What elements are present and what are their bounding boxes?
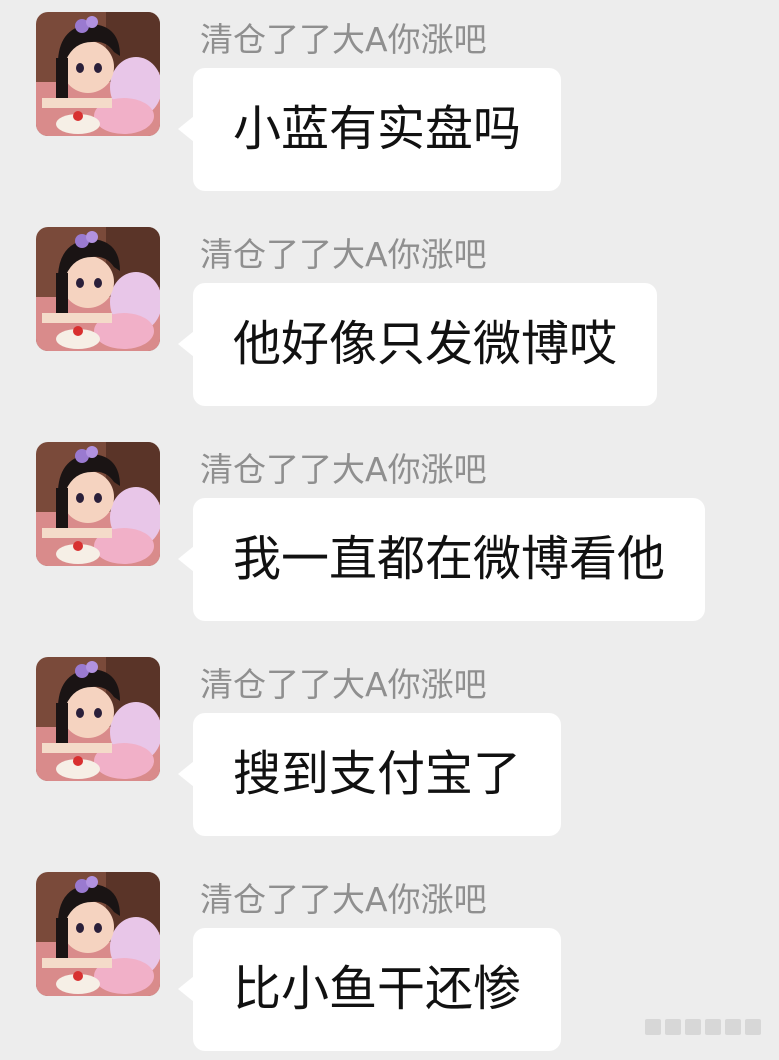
sender-name: 清仓了了大A你涨吧 <box>200 235 487 274</box>
message-bubble[interactable]: 比小鱼干还惨 <box>193 928 562 1051</box>
bubble-tail <box>178 976 194 1002</box>
bubble-tail <box>178 761 194 787</box>
chat-message: 清仓了了大A你涨吧 小蓝有实盘吗 <box>0 0 779 200</box>
chat-message: 清仓了了大A你涨吧 我一直都在微博看他 <box>0 430 779 630</box>
message-bubble[interactable]: 我一直都在微博看他 <box>193 498 706 621</box>
sender-name: 清仓了了大A你涨吧 <box>200 665 487 704</box>
message-bubble[interactable]: 搜到支付宝了 <box>193 713 562 836</box>
chat-message: 清仓了了大A你涨吧 搜到支付宝了 <box>0 645 779 845</box>
anime-girl-avatar-icon[interactable] <box>36 227 160 351</box>
sender-name: 清仓了了大A你涨吧 <box>200 450 487 489</box>
bubble-tail <box>178 116 194 142</box>
chat-message: 清仓了了大A你涨吧 他好像只发微博哎 <box>0 215 779 415</box>
anime-girl-avatar-icon[interactable] <box>36 442 160 566</box>
anime-girl-avatar-icon[interactable] <box>36 12 160 136</box>
bubble-tail <box>178 331 194 357</box>
anime-girl-avatar-icon[interactable] <box>36 657 160 781</box>
bubble-tail <box>178 546 194 572</box>
sender-name: 清仓了了大A你涨吧 <box>200 880 487 919</box>
sender-name: 清仓了了大A你涨吧 <box>200 20 487 59</box>
message-bubble[interactable]: 小蓝有实盘吗 <box>193 68 562 191</box>
message-bubble[interactable]: 他好像只发微博哎 <box>193 283 658 406</box>
watermark-icon <box>645 1019 765 1035</box>
anime-girl-avatar-icon[interactable] <box>36 872 160 996</box>
chat-message-list: 清仓了了大A你涨吧 小蓝有实盘吗 清仓了了大A你涨吧 他好像只发微博哎 清仓了了… <box>0 0 779 1051</box>
